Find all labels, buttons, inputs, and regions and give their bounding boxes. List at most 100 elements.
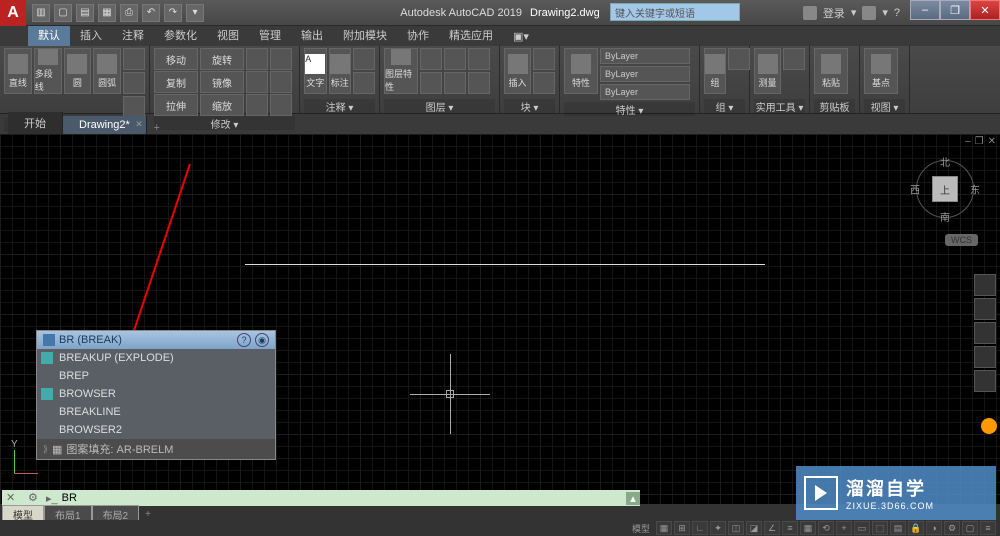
ac-help-icon[interactable]: ?: [237, 333, 251, 347]
tab-addins[interactable]: 附加模块: [333, 24, 397, 46]
status-isolate-icon[interactable]: ◑: [926, 521, 942, 535]
modify-x1-icon[interactable]: [270, 48, 292, 70]
stretch-button[interactable]: 拉伸: [154, 94, 198, 116]
status-hwa-icon[interactable]: ⚙: [944, 521, 960, 535]
circle-button[interactable]: 圆: [64, 48, 92, 94]
status-otrack-icon[interactable]: ∠: [764, 521, 780, 535]
compass-e[interactable]: 东: [970, 182, 980, 197]
minimize-button[interactable]: –: [910, 0, 940, 20]
util-icon[interactable]: [783, 48, 805, 70]
scale-button[interactable]: 缩放: [200, 94, 244, 116]
ac-globe-icon[interactable]: ◉: [255, 333, 269, 347]
layer-icon-5[interactable]: [444, 72, 466, 94]
tab-manage[interactable]: 管理: [249, 24, 291, 46]
layout-add-button[interactable]: +: [139, 508, 157, 521]
panel-view-label[interactable]: 视图 ▾: [864, 99, 905, 113]
qat-save-icon[interactable]: ▤: [76, 4, 94, 22]
group-button[interactable]: 组: [704, 48, 726, 94]
help-icon[interactable]: ?: [894, 7, 900, 19]
compass-n[interactable]: 北: [940, 154, 950, 169]
insert-block-button[interactable]: 插入: [504, 48, 531, 94]
command-input[interactable]: [62, 492, 626, 504]
qat-dropdown-icon[interactable]: ▾: [186, 4, 204, 22]
nav-pan-icon[interactable]: [974, 298, 996, 320]
linetype-combo[interactable]: ByLayer: [600, 84, 690, 100]
tab-expand-icon[interactable]: ▣▾: [503, 27, 539, 46]
layer-icon-3[interactable]: [468, 48, 490, 70]
compass-w[interactable]: 西: [910, 182, 920, 197]
arc-button[interactable]: 圆弧: [93, 48, 121, 94]
status-quickprops-icon[interactable]: ▤: [890, 521, 906, 535]
dimension-button[interactable]: 标注: [329, 48, 352, 94]
qat-new-icon[interactable]: ▥: [32, 4, 50, 22]
status-model-label[interactable]: 模型: [628, 522, 654, 535]
polyline-button[interactable]: 多段线: [34, 48, 62, 94]
tab-close-icon[interactable]: ✕: [135, 119, 143, 130]
ac-item-breakup[interactable]: BREAKUP (EXPLODE): [37, 349, 275, 367]
modify-x2-icon[interactable]: [270, 71, 292, 93]
panel-utilities-label[interactable]: 实用工具 ▾: [754, 99, 805, 113]
status-grid-icon[interactable]: ▦: [656, 521, 672, 535]
help-dropdown-icon[interactable]: ▾: [882, 6, 888, 19]
qat-saveas-icon[interactable]: ▦: [98, 4, 116, 22]
layer-icon-2[interactable]: [444, 48, 466, 70]
command-line[interactable]: ✕ ⚙ ▸_ ▴: [2, 490, 640, 506]
status-annomonitor-icon[interactable]: +: [836, 521, 852, 535]
layer-icon-4[interactable]: [420, 72, 442, 94]
qat-plot-icon[interactable]: ⎙: [120, 4, 138, 22]
modify-x3-icon[interactable]: [270, 94, 292, 116]
paste-button[interactable]: 粘贴: [814, 48, 848, 94]
drawing-area[interactable]: – ❐ ✕ Y 上 北 南 东 西 WCS BR (BREAK) ?◉: [0, 134, 1000, 504]
compass-s[interactable]: 南: [940, 209, 950, 224]
rotate-button[interactable]: 旋转: [200, 48, 244, 70]
view-cube[interactable]: 上 北 南 东 西: [910, 154, 980, 224]
nav-showmotion-icon[interactable]: [974, 370, 996, 392]
panel-clipboard-label[interactable]: 剪贴板: [814, 99, 855, 113]
table-icon[interactable]: [353, 72, 375, 94]
status-custom-icon[interactable]: ≡: [980, 521, 996, 535]
notification-bubble-icon[interactable]: [981, 418, 997, 434]
tab-drawing2[interactable]: Drawing2*✕: [63, 116, 147, 134]
tab-output[interactable]: 输出: [291, 24, 333, 46]
nav-wheel-icon[interactable]: [974, 274, 996, 296]
status-osnap-icon[interactable]: ◫: [728, 521, 744, 535]
properties-button[interactable]: 特性: [564, 48, 598, 94]
cmd-config-icon[interactable]: ⚙: [28, 491, 42, 505]
tab-featured[interactable]: 精选应用: [439, 24, 503, 46]
mirror-button[interactable]: 镜像: [200, 71, 244, 93]
copy-button[interactable]: 复制: [154, 71, 198, 93]
status-units-icon[interactable]: ⬚: [872, 521, 888, 535]
block-edit-icon[interactable]: [533, 72, 555, 94]
status-qp-icon[interactable]: ▭: [854, 521, 870, 535]
cmd-history-icon[interactable]: ▴: [626, 492, 640, 505]
status-cycling-icon[interactable]: ⟲: [818, 521, 834, 535]
tab-new-button[interactable]: +: [147, 122, 167, 134]
close-button[interactable]: ✕: [970, 0, 1000, 20]
draw-small-1-icon[interactable]: [123, 48, 145, 70]
nav-zoom-icon[interactable]: [974, 322, 996, 344]
trim-button[interactable]: [246, 48, 268, 70]
text-button[interactable]: A文字: [304, 48, 327, 94]
tab-insert[interactable]: 插入: [70, 24, 112, 46]
status-3dosnap-icon[interactable]: ◪: [746, 521, 762, 535]
measure-button[interactable]: 测量: [754, 48, 781, 94]
autocomplete-header[interactable]: BR (BREAK) ?◉: [37, 331, 275, 349]
ac-item-breakline[interactable]: BREAKLINE: [37, 403, 275, 421]
panel-block-label[interactable]: 块 ▾: [504, 99, 555, 113]
base-button[interactable]: 基点: [864, 48, 898, 94]
qat-open-icon[interactable]: ▢: [54, 4, 72, 22]
ac-item-browser[interactable]: BROWSER: [37, 385, 275, 403]
group-edit-icon[interactable]: [728, 48, 750, 70]
tab-annotate[interactable]: 注释: [112, 24, 154, 46]
panel-groups-label[interactable]: 组 ▾: [704, 99, 745, 113]
tab-view[interactable]: 视图: [207, 24, 249, 46]
ac-expand-icon[interactable]: ⟫: [43, 444, 48, 455]
panel-annotate-label[interactable]: 注释 ▾: [304, 99, 375, 113]
panel-properties-label[interactable]: 特性 ▾: [564, 102, 695, 116]
leader-icon[interactable]: [353, 48, 375, 70]
fillet-button[interactable]: [246, 71, 268, 93]
app-logo[interactable]: A: [0, 0, 26, 26]
lineweight-combo[interactable]: ByLayer: [600, 66, 690, 82]
status-transparency-icon[interactable]: ▦: [800, 521, 816, 535]
draw-small-3-icon[interactable]: [123, 96, 145, 118]
